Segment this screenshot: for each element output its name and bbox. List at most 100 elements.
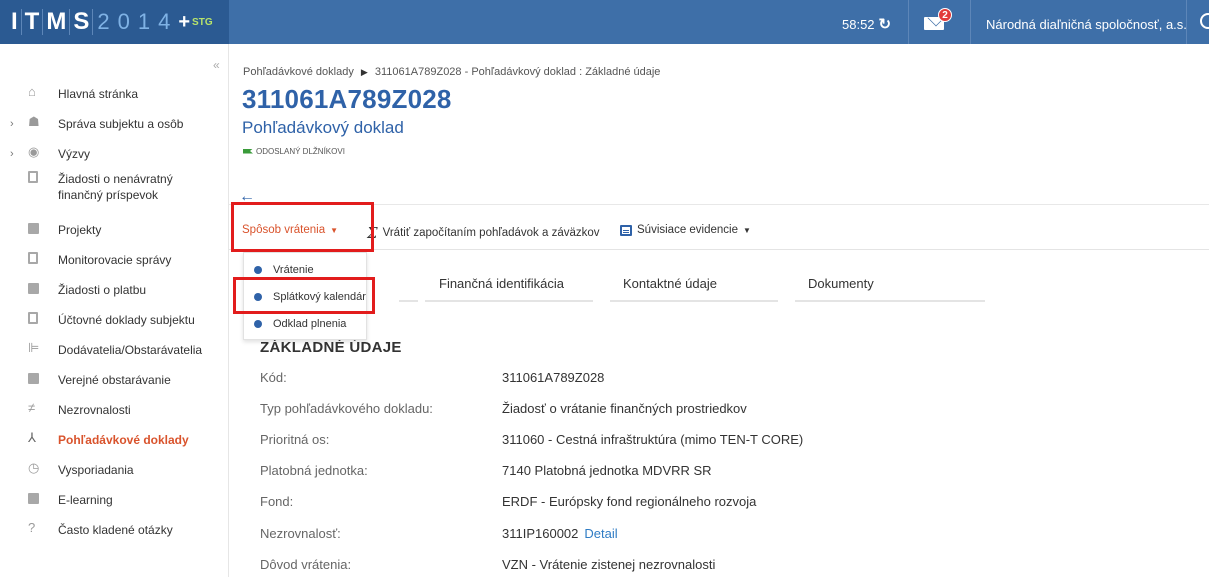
mail-badge: 2 — [938, 8, 952, 22]
sidebar-item-label: Výzvy — [58, 147, 91, 161]
header-divider — [229, 204, 1209, 205]
action-bar: Spôsob vrátenia ▼ Σ Vrátiť započítaním p… — [229, 208, 1209, 250]
clock-icon[interactable] — [1200, 13, 1209, 29]
top-bar: I T M S 2 0 1 4 + STG 58:52 ↻ 2 Národná … — [0, 0, 1209, 44]
field-value-return-reason: VZN - Vrátenie zistenej nezrovnalosti — [502, 557, 716, 572]
expand-arrow-icon[interactable]: › — [10, 148, 14, 160]
field-value-irregularity: 311IP160002 Detail — [502, 526, 618, 541]
logo-letter: T — [22, 9, 44, 35]
messages-button[interactable]: 2 — [924, 8, 954, 36]
tab-bar: Finančná identifikácia Kontaktné údaje D… — [399, 276, 1209, 302]
sidebar-item-label: Účtovné doklady subjektu — [58, 313, 195, 327]
logo-plus: + — [178, 10, 191, 33]
menu-item-deferral[interactable]: Odklad plnenia — [254, 318, 346, 330]
settlement-icon: ◷ — [28, 460, 40, 475]
irregularity-detail-link[interactable]: Detail — [584, 526, 617, 541]
flag-icon — [243, 148, 253, 156]
home-icon: ⌂ — [28, 84, 36, 99]
breadcrumb-separator: ▶ — [360, 67, 368, 77]
tab-underline — [399, 300, 418, 302]
bullet-icon — [254, 320, 262, 328]
status-badge: ODOSLANÝ DLŽNÍKOVI — [243, 147, 345, 156]
itms-logo[interactable]: I T M S 2 0 1 4 + STG — [0, 0, 229, 44]
field-label-type: Typ pohľadávkového dokladu: — [260, 401, 433, 416]
collapse-sidebar-icon[interactable]: « — [213, 58, 220, 72]
sidebar-item-label: Nezrovnalosti — [58, 403, 131, 417]
sidebar-item-label: Správa subjektu a osôb — [58, 117, 184, 131]
refresh-icon[interactable]: ↻ — [879, 15, 892, 33]
not-equal-icon: ≠ — [28, 400, 36, 415]
sidebar-item-label: Hlavná stránka — [58, 87, 139, 101]
session-timer-value: 58:52 — [842, 16, 875, 32]
breadcrumb-parent-link[interactable]: Pohľadávkové doklady — [243, 66, 354, 78]
people-icon: ☗ — [28, 114, 40, 129]
environment-badge: STG — [192, 16, 213, 28]
logo-digit: 0 — [117, 9, 130, 34]
bullet-icon — [254, 266, 262, 274]
field-value-fund: ERDF - Európsky fond regionálneho rozvoj… — [502, 494, 757, 509]
sidebar-item-label: Často kladené otázky — [58, 523, 173, 537]
menu-item-label: Vrátenie — [273, 264, 314, 276]
help-icon: ? — [28, 520, 36, 535]
field-value-type: Žiadosť o vrátanie finančných prostriedk… — [502, 401, 747, 416]
related-records-label: Súvisiace evidencie — [637, 224, 739, 236]
tab-financial-identification[interactable]: Finančná identifikácia — [439, 276, 564, 291]
logo-letter: M — [43, 9, 71, 35]
logo-digit: 2 — [97, 9, 110, 34]
page-subtitle: Pohľadávkový doklad — [242, 118, 404, 137]
sidebar: « ⌂ Hlavná stránka › ☗ Správa subjektu a… — [0, 44, 229, 577]
sidebar-item-label: Verejné obstarávanie — [58, 373, 171, 387]
session-timer[interactable]: 58:52 ↻ — [842, 15, 891, 33]
topbar-divider — [908, 0, 909, 44]
highlight-box — [231, 202, 374, 252]
book-icon — [28, 493, 40, 505]
menu-item-label: Odklad plnenia — [273, 318, 347, 330]
field-label-fund: Fond: — [260, 494, 294, 509]
offset-return-button[interactable]: Σ Vrátiť započítaním pohľadávok a záväzk… — [367, 224, 600, 242]
organization-name[interactable]: Národná diaľničná spoločnosť, a.s. — [986, 17, 1187, 32]
tab-underline — [425, 300, 593, 302]
ledger-icon — [28, 312, 40, 324]
irregularity-code: 311IP160002 — [502, 526, 579, 541]
main-content: Pohľadávkové doklady ▶ 311061A789Z028 - … — [229, 44, 1209, 577]
sidebar-item-label: Projekty — [58, 223, 102, 237]
procurement-icon — [28, 373, 40, 385]
offset-return-label: Vrátiť započítaním pohľadávok a záväzkov — [382, 227, 600, 239]
breadcrumb: Pohľadávkové doklady ▶ 311061A789Z028 - … — [243, 66, 660, 78]
sidebar-item-label: Dodávatelia/Obstarávatelia — [58, 343, 203, 357]
field-value-priority-axis: 311060 - Cestná infraštruktúra (mimo TEN… — [502, 432, 804, 447]
field-label-priority-axis: Prioritná os: — [260, 432, 330, 447]
calls-icon: ◉ — [28, 144, 40, 159]
sidebar-item-label: E-learning — [58, 493, 113, 507]
sidebar-item-label: Žiadosti o platbu — [58, 283, 147, 297]
logo-letter: S — [70, 9, 94, 35]
tab-documents[interactable]: Dokumenty — [808, 276, 874, 291]
expand-arrow-icon[interactable]: › — [10, 118, 14, 130]
sidebar-item-label: Pohľadávkové doklady — [58, 433, 189, 447]
related-records-dropdown-button[interactable]: Súvisiace evidencie ▼ — [620, 224, 751, 236]
topbar-divider — [970, 0, 971, 44]
tab-contact-details[interactable]: Kontaktné údaje — [623, 276, 717, 291]
supplier-icon: ⊫ — [28, 340, 40, 355]
menu-item-return[interactable]: Vrátenie — [254, 264, 314, 276]
tab-underline — [610, 300, 778, 302]
field-label-return-reason: Dôvod vrátenia: — [260, 557, 352, 572]
topbar-divider — [1186, 0, 1187, 44]
field-value-code: 311061A789Z028 — [502, 370, 605, 385]
logo-letter: I — [8, 9, 22, 35]
field-label-irregularity: Nezrovnalosť: — [260, 526, 341, 541]
projects-icon — [28, 223, 40, 235]
sidebar-item-label: Monitorovacie správy — [58, 253, 172, 267]
payment-icon — [28, 283, 40, 295]
field-label-code: Kód: — [260, 370, 287, 385]
document-icon — [28, 171, 40, 183]
records-icon — [620, 224, 632, 236]
field-value-payment-unit: 7140 Platobná jednotka MDVRR SR — [502, 463, 712, 478]
caret-down-icon: ▼ — [743, 225, 751, 235]
claims-icon: ⅄ — [28, 430, 36, 445]
sidebar-item-label: Žiadosti o nenávratný finančný príspevok — [58, 172, 173, 202]
page-title: 311061A789Z028 — [242, 84, 452, 114]
status-text: ODOSLANÝ DLŽNÍKOVI — [256, 147, 345, 156]
clipboard-icon — [28, 252, 40, 264]
highlight-box — [233, 277, 375, 314]
